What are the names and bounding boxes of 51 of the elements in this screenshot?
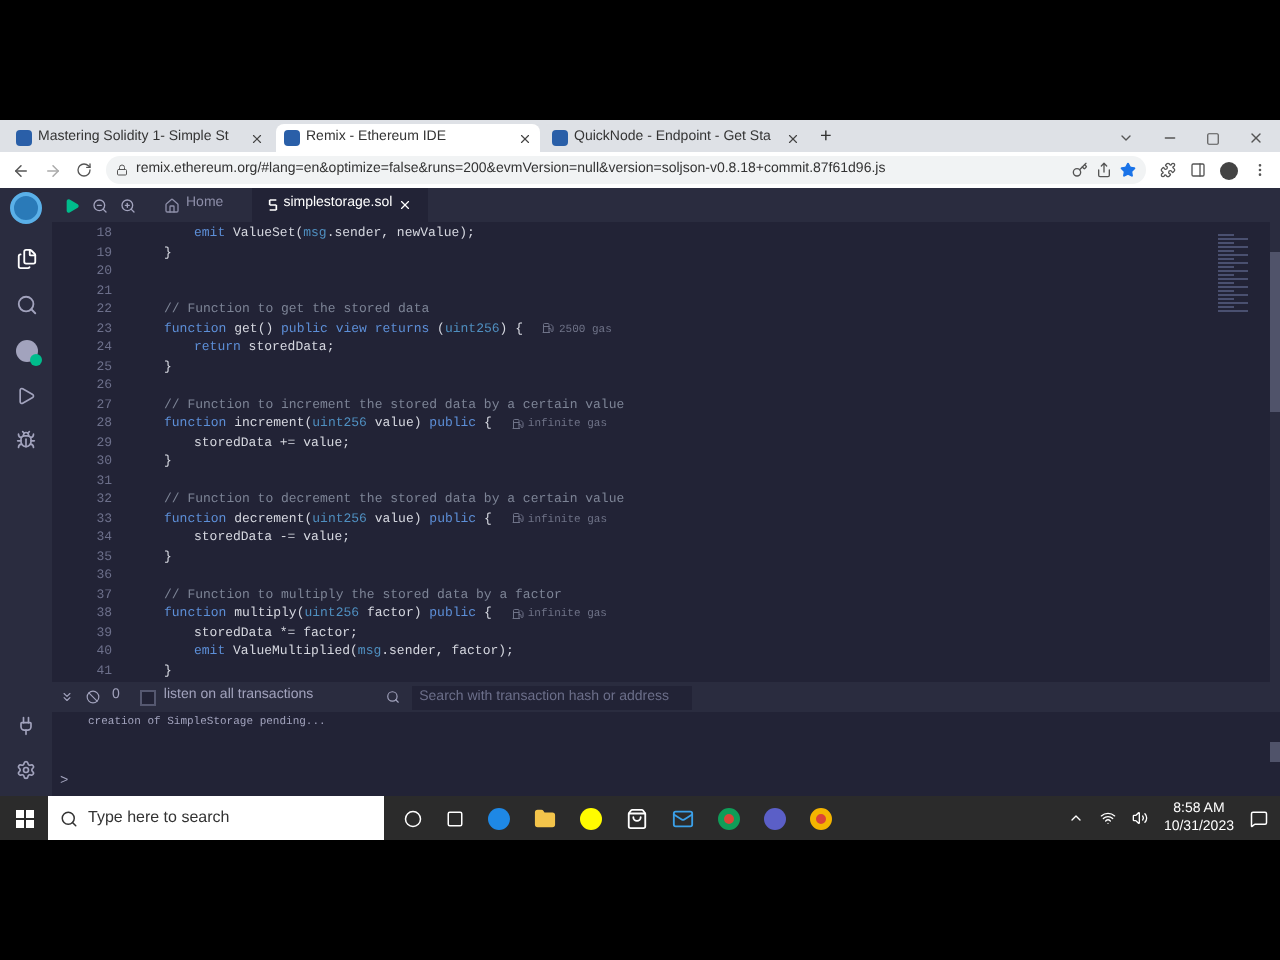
new-tab-button[interactable]: + [812,124,840,152]
close-icon[interactable] [250,131,264,145]
maximize-icon[interactable] [1206,132,1220,146]
settings-icon[interactable] [16,760,36,780]
deploy-icon[interactable] [16,386,36,406]
reload-icon[interactable] [76,162,92,178]
close-icon[interactable] [786,131,800,145]
plugin-icon[interactable] [16,716,36,736]
chevron-up-icon[interactable] [1067,810,1084,826]
fuel-icon [542,322,555,335]
remix-logo-icon[interactable] [10,192,42,224]
profile-avatar[interactable] [1220,161,1238,179]
store-icon[interactable] [626,807,648,829]
search-icon [60,809,78,827]
search-icon[interactable] [15,294,37,316]
volume-icon[interactable] [1131,810,1148,826]
run-icon[interactable] [64,197,80,213]
fuel-icon [511,417,524,430]
fuel-icon [511,607,524,620]
mail-icon[interactable] [672,807,694,829]
home-icon [164,197,180,213]
taskbar-search-field[interactable]: Type here to search [48,796,384,840]
zoom-out-icon[interactable] [92,197,108,213]
file-icon [267,198,278,212]
key-icon[interactable] [1072,162,1088,178]
app-icon[interactable] [580,807,602,829]
tab-search-icon[interactable] [1118,130,1134,146]
folder-icon[interactable] [534,807,556,829]
lock-icon [116,164,128,176]
site-icon [16,130,32,146]
bookmark-star-icon[interactable] [1120,162,1136,178]
fuel-icon [511,512,524,525]
scrollbar [1270,742,1280,762]
collapse-icon[interactable] [60,690,74,704]
notifications-icon[interactable] [1250,809,1268,827]
search-icon [385,690,400,704]
share-icon[interactable] [1096,162,1112,178]
site-icon [552,130,568,146]
task-view-icon[interactable] [446,809,464,827]
extensions-icon[interactable] [1160,162,1176,178]
zoom-in-icon[interactable] [120,197,136,213]
site-icon [284,130,300,146]
compiler-icon[interactable] [15,340,37,362]
files-icon[interactable] [15,248,37,270]
back-icon[interactable] [12,161,30,179]
close-icon[interactable] [518,131,532,145]
network-icon[interactable] [1099,810,1116,826]
debugger-icon[interactable] [16,430,36,450]
side-panel-icon[interactable] [1190,162,1206,178]
clear-icon[interactable] [86,690,100,704]
cortana-icon[interactable] [404,809,422,827]
